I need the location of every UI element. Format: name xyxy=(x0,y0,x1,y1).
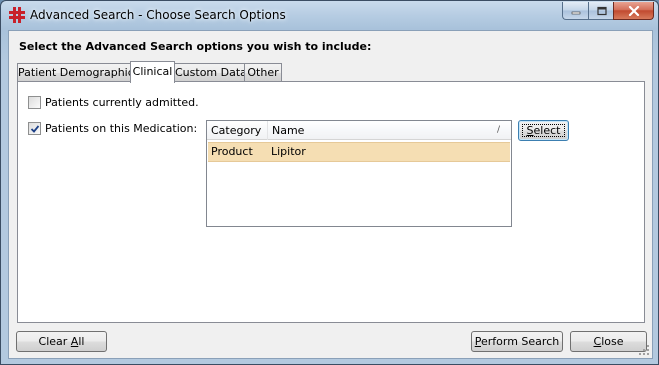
tab-patient-demographics[interactable]: Patient Demographics xyxy=(17,63,140,82)
admitted-checkbox[interactable] xyxy=(28,95,41,109)
medication-list[interactable]: Category Name / Product Lipitor xyxy=(206,120,512,227)
red-cross-app-icon xyxy=(9,7,25,23)
admitted-option[interactable]: Patients currently admitted. xyxy=(28,94,199,110)
row-category-cell: Product xyxy=(211,145,253,158)
instruction-heading: Select the Advanced Search options you w… xyxy=(19,40,372,53)
advanced-search-window: Advanced Search - Choose Search Options … xyxy=(0,0,659,365)
column-resize-icon: / xyxy=(497,125,501,135)
medication-label[interactable]: Patients on this Medication: xyxy=(45,122,197,135)
dialog-client-area: Select the Advanced Search options you w… xyxy=(8,30,653,359)
close-window-button[interactable] xyxy=(613,2,654,20)
clear-all-label: Clear All xyxy=(38,335,85,348)
tab-other[interactable]: Other xyxy=(244,63,282,82)
tab-custom-data[interactable]: Custom Data xyxy=(174,63,247,82)
select-medication-button[interactable]: Select xyxy=(518,120,569,141)
medication-list-header: Category Name / xyxy=(207,121,511,140)
resize-grip-icon[interactable] xyxy=(639,345,650,356)
title-bar[interactable]: Advanced Search - Choose Search Options xyxy=(1,1,658,30)
column-header-category[interactable]: Category xyxy=(207,121,268,140)
window-title: Advanced Search - Choose Search Options xyxy=(30,8,286,22)
column-header-name[interactable]: Name xyxy=(268,121,511,140)
clinical-tab-panel: Patients currently admitted. Patients on… xyxy=(17,81,645,323)
select-button-label: Select xyxy=(526,124,561,137)
perform-search-button[interactable]: Perform Search xyxy=(471,331,563,352)
medication-list-row[interactable]: Product Lipitor xyxy=(208,142,510,162)
minimize-icon xyxy=(571,11,581,14)
row-name-cell: Lipitor xyxy=(271,145,306,158)
medication-checkbox[interactable] xyxy=(28,121,41,135)
checkmark-icon xyxy=(30,124,40,133)
tab-clinical[interactable]: Clinical xyxy=(130,61,175,83)
perform-search-label: Perform Search xyxy=(474,335,560,348)
close-label: Close xyxy=(593,335,624,348)
maximize-icon xyxy=(596,6,607,15)
maximize-button[interactable] xyxy=(588,2,614,20)
clear-all-button[interactable]: Clear All xyxy=(16,331,107,352)
admitted-label[interactable]: Patients currently admitted. xyxy=(45,96,199,109)
close-button[interactable]: Close xyxy=(570,331,647,352)
medication-option[interactable]: Patients on this Medication: xyxy=(28,120,197,136)
close-icon xyxy=(628,5,639,16)
minimize-button[interactable] xyxy=(562,2,589,20)
